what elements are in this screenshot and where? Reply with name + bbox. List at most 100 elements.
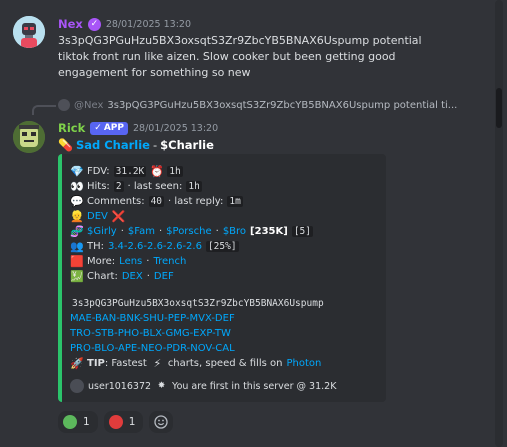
- reply-reference[interactable]: @Nex 3s3pQG3PGuHzu5BX3oxsqtS3Zr9ZbcYB5BN…: [58, 99, 457, 111]
- add-reaction-button[interactable]: [149, 411, 174, 433]
- hits-seen: 1h: [186, 181, 202, 192]
- footer-avatar-icon: [70, 379, 84, 393]
- username[interactable]: Nex: [58, 17, 83, 31]
- fdv-value: 31.2K: [113, 166, 147, 177]
- links-row: TRO-STB-PHO-BLX-GMG-EXP-TW: [70, 326, 380, 341]
- fdv-age: 1h: [167, 166, 183, 177]
- app-badge: ✓ APP: [90, 121, 128, 135]
- comments-reply: 1m: [227, 196, 243, 207]
- trench-link[interactable]: Trench: [153, 256, 186, 267]
- photon-link[interactable]: Photon: [286, 358, 321, 369]
- related-link[interactable]: $Porsche: [166, 226, 211, 237]
- reaction-count: 1: [128, 416, 136, 428]
- reactions-bar: 1 1: [58, 411, 174, 433]
- scrollbar-thumb[interactable]: [496, 88, 502, 128]
- menu-icon: 🟥: [70, 255, 84, 268]
- reaction-red[interactable]: 1: [103, 411, 144, 433]
- related-mc: [235K]: [250, 226, 288, 237]
- username[interactable]: Rick: [58, 121, 85, 135]
- reaction-count: 1: [83, 416, 90, 428]
- platform-links[interactable]: MAE-BAN-BNK-SHU-PEP-MVX-DEF: [70, 313, 235, 324]
- hits-label: Hits:: [87, 181, 110, 192]
- verified-icon: ✓: [87, 17, 101, 31]
- sparkle-icon: ✸: [157, 381, 166, 391]
- top-holders-row: 👥 TH: 3.4-2.6-2.6-2.6-2.6 [25%]: [70, 239, 380, 254]
- message-text-line: tiktok front run like aizen. Slow cooker…: [58, 50, 396, 63]
- dot-separator: ·: [146, 271, 150, 282]
- related-count: [5]: [291, 226, 313, 237]
- tip-text: charts, speed & fills on: [167, 358, 283, 369]
- lens-link[interactable]: Lens: [119, 256, 142, 267]
- title-separator: -: [152, 138, 158, 152]
- hits-value: 2: [113, 181, 124, 192]
- clock-icon: ⏰: [150, 165, 164, 178]
- link-chain-icon: 🧬: [70, 225, 84, 238]
- speech-bubble-icon: 💬: [70, 195, 84, 208]
- eyes-icon: 👀: [70, 180, 84, 193]
- contract-address[interactable]: 3s3pQG3PGuHzu5BX3oxsqtS3Zr9ZbcYB5BNAX6Us…: [70, 298, 326, 309]
- rick-avatar-icon: [13, 121, 45, 153]
- reply-connector: [32, 105, 56, 115]
- message-text-line: 3s3pQG3PGuHzu5BX3oxsqtS3Zr9ZbcYB5BNAX6Us…: [58, 34, 422, 47]
- green-circle-icon: [63, 415, 77, 429]
- message-rick: Rick ✓ APP 28/01/2025 13:20 💊 Sad Charlie…: [0, 118, 486, 408]
- app-badge-label: APP: [103, 123, 124, 133]
- footer-text: You are first in this server @ 31.2K: [172, 380, 337, 392]
- cross-icon: ❌: [111, 210, 126, 223]
- token-embed: 💎 FDV: 31.2K ⏰ 1h 👀 Hits: 2 · last seen:…: [58, 154, 386, 402]
- smiley-icon: [154, 415, 169, 429]
- th-pct: [25%]: [205, 241, 239, 252]
- dex-link[interactable]: DEX: [122, 271, 143, 282]
- timestamp: 28/01/2025 13:20: [105, 18, 191, 30]
- def-link[interactable]: DEF: [154, 271, 174, 282]
- footer-user: user1016372: [88, 380, 152, 392]
- platform-links[interactable]: PRO-BLO-APE-NEO-PDR-NOV-CAL: [70, 343, 235, 354]
- related-link[interactable]: $Girly: [87, 226, 117, 237]
- hits-row: 👀 Hits: 2 · last seen: 1h: [70, 179, 380, 194]
- avatar[interactable]: [13, 121, 45, 153]
- reply-avatar: [58, 99, 70, 111]
- dev-link[interactable]: DEV: [87, 211, 108, 222]
- fdv-row: 💎 FDV: 31.2K ⏰ 1h: [70, 164, 380, 179]
- dot-separator: ·: [158, 226, 163, 237]
- scrollbar-track[interactable]: [495, 0, 503, 447]
- red-circle-icon: [108, 415, 123, 429]
- comments-value: 40: [148, 196, 165, 207]
- platform-links[interactable]: TRO-STB-PHO-BLX-GMG-EXP-TW: [70, 328, 231, 339]
- message-nex: Nex ✓ 28/01/2025 13:20 3s3pQG3PGuHzu5BX3…: [0, 14, 486, 94]
- message-text-line: engagement for something so new: [58, 66, 251, 79]
- tip-text: : Fastest: [104, 358, 147, 369]
- token-ticker: $Charlie: [160, 138, 214, 152]
- dev-row: 👱 DEV ❌: [70, 209, 380, 224]
- reaction-green[interactable]: 1: [58, 411, 98, 433]
- related-link[interactable]: $Fam: [128, 226, 155, 237]
- avatar[interactable]: [13, 16, 45, 48]
- chart-icon: 💹: [70, 270, 84, 283]
- tip-label: TIP: [87, 358, 105, 369]
- rocket-icon: 🚀: [70, 357, 84, 370]
- timestamp: 28/01/2025 13:20: [132, 122, 219, 134]
- people-icon: 👥: [70, 240, 84, 253]
- more-label: More:: [87, 256, 116, 267]
- chart-row: 💹 Chart: DEX · DEF: [70, 269, 380, 284]
- reply-text[interactable]: 3s3pQG3PGuHzu5BX3oxsqtS3Zr9ZbcYB5BNAX6Us…: [107, 100, 457, 111]
- related-link[interactable]: $Bro: [223, 226, 246, 237]
- checkmark-icon: ✓: [94, 123, 102, 133]
- th-label: TH:: [87, 241, 104, 252]
- photon-icon: ⚡: [153, 357, 162, 370]
- contract-row: 3s3pQG3PGuHzu5BX3oxsqtS3Zr9ZbcYB5BNAX6Us…: [70, 296, 380, 311]
- embed-footer: user1016372 ✸ You are first in this serv…: [70, 378, 380, 394]
- links-row: MAE-BAN-BNK-SHU-PEP-MVX-DEF: [70, 311, 380, 326]
- token-name-link[interactable]: Sad Charlie: [76, 138, 150, 152]
- th-values-link[interactable]: 3.4-2.6-2.6-2.6-2.6: [108, 241, 202, 252]
- fdv-label: FDV:: [87, 166, 110, 177]
- comments-sep: · last reply:: [168, 196, 224, 207]
- person-icon: 👱: [70, 210, 84, 223]
- diamond-icon: 💎: [70, 165, 84, 178]
- chart-label: Chart:: [87, 271, 118, 282]
- comments-row: 💬 Comments: 40 · last reply: 1m: [70, 194, 380, 209]
- dot-separator: ·: [215, 226, 219, 237]
- links-row: PRO-BLO-APE-NEO-PDR-NOV-CAL: [70, 341, 380, 356]
- reply-username[interactable]: @Nex: [74, 100, 103, 111]
- dot-separator: ·: [120, 226, 124, 237]
